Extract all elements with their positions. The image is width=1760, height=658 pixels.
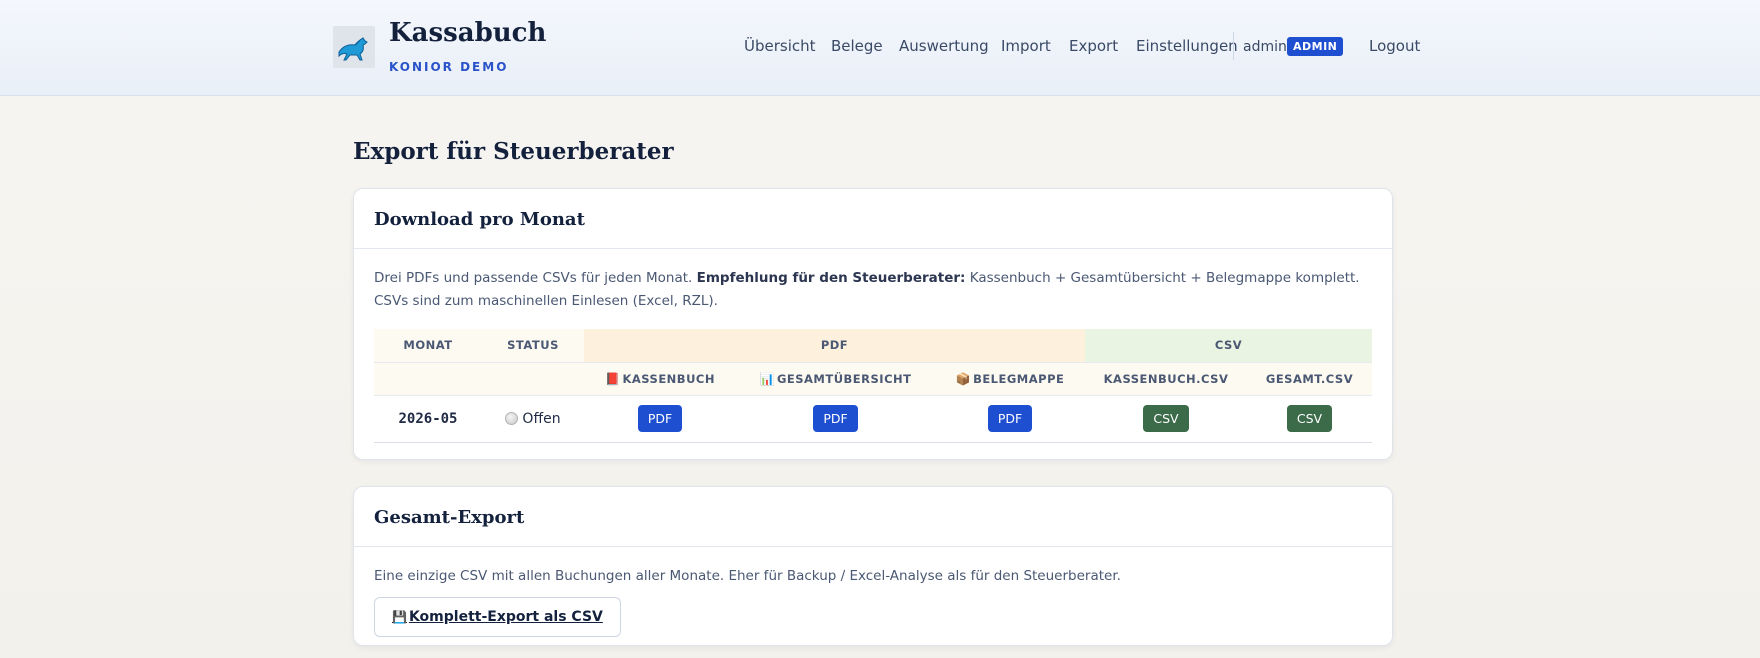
col-group-csv: CSV: [1085, 329, 1372, 363]
page-title: Export für Steuerberater: [353, 138, 674, 165]
nav-auswertung[interactable]: Auswertung: [899, 37, 989, 55]
chart-icon: 📊: [759, 371, 775, 386]
monthly-desc-bold: Empfehlung für den Steuerberater:: [696, 270, 966, 286]
monthly-description: Drei PDFs und passende CSVs für jeden Mo…: [374, 267, 1374, 313]
total-description: Eine einzige CSV mit allen Buchungen all…: [374, 568, 1121, 584]
brand-subtitle: KONIOR DEMO: [389, 60, 509, 74]
col-kassenbuch-csv-header: KASSENBUCH.CSV: [1085, 362, 1247, 396]
package-icon: 📦: [955, 371, 972, 386]
row-status: Offen: [482, 395, 584, 443]
col-empty-1: [374, 362, 482, 396]
row-month: 2026-05: [374, 395, 482, 443]
full-export-label: Komplett-Export als CSV: [408, 609, 603, 625]
col-gesamt-csv-header: GESAMT.CSV: [1247, 362, 1372, 396]
floppy-disk-icon: 💾: [392, 610, 407, 624]
monthly-download-card: Download pro Monat Drei PDFs und passend…: [353, 188, 1393, 460]
total-card-title: Gesamt-Export: [354, 487, 1392, 547]
full-export-csv-button[interactable]: 💾 Komplett-Export als CSV: [374, 597, 621, 637]
table-sub-header: 📕 KASSENBUCH 📊 GESAMTÜBERSICHT 📦 BELEGMAPPE…: [374, 362, 1372, 396]
col-empty-2: [482, 362, 584, 396]
nav-belege[interactable]: Belege: [831, 37, 883, 55]
kassenbuch-pdf-button[interactable]: PDF: [637, 405, 683, 432]
cell-gesamt-pdf: PDF: [736, 395, 935, 443]
horse-logo-icon[interactable]: [333, 26, 375, 68]
role-badge: ADMIN: [1287, 37, 1344, 56]
col-kassenbuch-header: 📕 KASSENBUCH: [584, 362, 736, 396]
kassenbuch-csv-button[interactable]: CSV: [1143, 405, 1189, 432]
col-belegmappe-header: 📦 BELEGMAPPE: [935, 362, 1085, 396]
nav-einstellungen[interactable]: Einstellungen: [1136, 37, 1238, 55]
cell-belegmappe-pdf: PDF: [935, 395, 1085, 443]
user-name: admin: [1243, 39, 1287, 55]
table-row: 2026-05 Offen PDF PDF PDF CSV CSV: [374, 395, 1372, 443]
gesamt-csv-button[interactable]: CSV: [1286, 405, 1333, 432]
col-group-pdf: PDF: [584, 329, 1085, 363]
cell-gesamt-csv: CSV: [1247, 395, 1372, 443]
total-export-card: Gesamt-Export Eine einzige CSV mit allen…: [353, 486, 1393, 646]
nav-uebersicht[interactable]: Übersicht: [744, 37, 816, 55]
nav-divider: [1233, 32, 1234, 60]
belegmappe-pdf-button[interactable]: PDF: [987, 405, 1033, 432]
monthly-card-title: Download pro Monat: [354, 189, 1392, 249]
nav-import[interactable]: Import: [1001, 37, 1051, 55]
monthly-desc-prefix: Drei PDFs und passende CSVs für jeden Mo…: [374, 270, 697, 286]
cell-kassenbuch-pdf: PDF: [584, 395, 736, 443]
table-group-header: MONAT STATUS PDF CSV: [374, 329, 1372, 363]
col-month-header: MONAT: [374, 329, 482, 363]
col-gesamt-header: 📊 GESAMTÜBERSICHT: [736, 362, 935, 396]
status-circle-icon: [505, 411, 519, 425]
col-status-header: STATUS: [482, 329, 584, 363]
top-header: Kassabuch KONIOR DEMO Übersicht Belege A…: [0, 0, 1760, 96]
cell-kassenbuch-csv: CSV: [1085, 395, 1247, 443]
nav-export[interactable]: Export: [1069, 37, 1118, 55]
monthly-export-table: MONAT STATUS PDF CSV 📕 KASSENBUCH 📊 GESAMT…: [374, 329, 1372, 443]
gesamt-pdf-button[interactable]: PDF: [813, 405, 858, 432]
book-icon: 📕: [605, 371, 621, 386]
brand-title: Kassabuch: [389, 18, 547, 48]
logout-link[interactable]: Logout: [1369, 37, 1420, 55]
